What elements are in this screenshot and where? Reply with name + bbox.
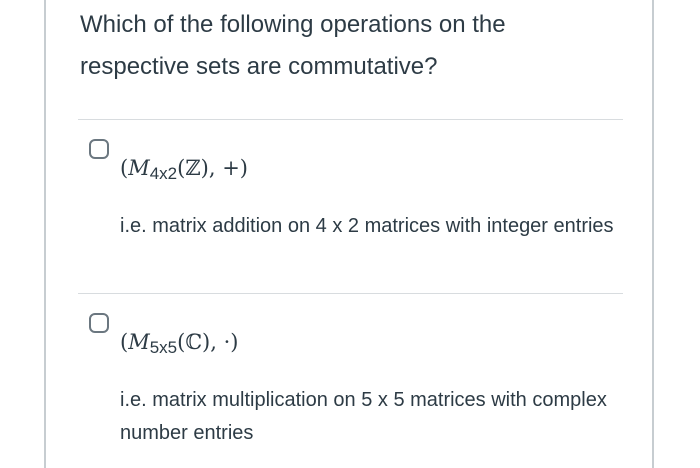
math-subscript: 4x2 xyxy=(149,164,178,183)
math-open-paren: ( xyxy=(120,330,129,354)
math-rest: (ℤ), +) xyxy=(177,156,248,180)
question-text: Which of the following operations on the… xyxy=(80,11,506,80)
question-card: Which of the following operations on the… xyxy=(44,0,654,468)
math-open-paren: ( xyxy=(120,156,129,180)
answer-divider xyxy=(78,293,623,294)
math-rest: (ℂ), ·) xyxy=(177,330,239,354)
answer-2-math-expression: (M5x5(ℂ), ·) xyxy=(120,330,239,357)
answer-1-description: i.e. matrix addition on 4 x 2 matrices w… xyxy=(120,215,614,237)
answer-1-checkbox[interactable] xyxy=(89,139,109,159)
answer-2-description: i.e. matrix multiplication on 5 x 5 matr… xyxy=(120,389,607,444)
answer-2-checkbox[interactable] xyxy=(89,313,109,333)
answer-divider xyxy=(78,119,623,120)
answer-1-math-expression: (M4x2(ℤ), +) xyxy=(120,156,248,183)
math-symbol: M xyxy=(128,156,150,180)
math-subscript: 5x5 xyxy=(149,338,178,357)
math-symbol: M xyxy=(128,330,150,354)
